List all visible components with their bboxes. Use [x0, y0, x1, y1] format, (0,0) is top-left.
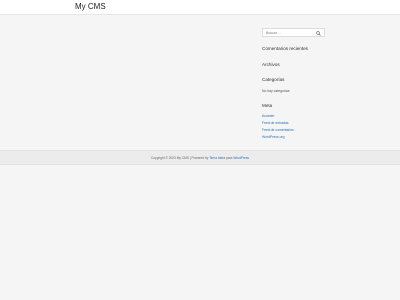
search-form	[262, 28, 325, 37]
footer-credits: Copyright © 2023 My CMS | Powered by Tem…	[0, 156, 400, 160]
footer-wordpress-link[interactable]: WordPress	[233, 156, 249, 160]
meta-link-entries-feed[interactable]: Feed de entradas	[262, 121, 289, 125]
meta-link-login[interactable]: Acceder	[262, 114, 274, 118]
site-title[interactable]: My CMS	[75, 2, 106, 12]
search-icon[interactable]	[316, 30, 321, 36]
meta-title: Meta	[262, 103, 273, 108]
site-header: My CMS	[0, 0, 400, 15]
categories-title: Categorías	[262, 77, 285, 82]
archives-title: Archivos	[262, 62, 280, 67]
footer-theme-link[interactable]: Tema Astra	[209, 156, 225, 160]
footer-copyright: Copyright © 2023 My CMS | Powered by	[150, 156, 209, 160]
meta-link-wordpress-org[interactable]: WordPress.org	[262, 135, 285, 139]
recent-comments-title: Comentarios recientes	[262, 46, 308, 51]
categories-empty-text: No hay categorías	[262, 89, 290, 93]
search-input[interactable]	[266, 30, 312, 36]
meta-link-comments-feed[interactable]: Feed de comentarios	[262, 128, 294, 132]
footer-para: para	[226, 156, 233, 160]
site-footer: Copyright © 2023 My CMS | Powered by Tem…	[0, 150, 400, 165]
